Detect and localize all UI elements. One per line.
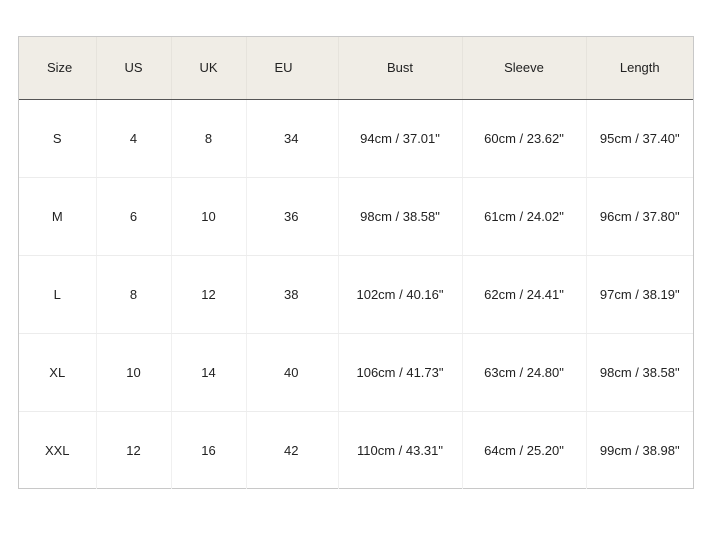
table-row: L 8 12 38 102cm / 40.16" 62cm / 24.41" 9… [19,255,693,334]
cell-length: 96cm / 37.80" [586,177,693,256]
column-header-eu: EU [246,37,339,100]
cell-eu: 42 [246,411,339,489]
table-row: XL 10 14 40 106cm / 41.73" 63cm / 24.80"… [19,333,693,412]
column-header-length: Length [586,37,693,100]
column-header-us: US [96,37,172,100]
table-row: S 4 8 34 94cm / 37.01" 60cm / 23.62" 95c… [19,99,693,178]
cell-bust: 110cm / 43.31" [338,411,463,489]
size-chart-table: Size US UK EU Bust Sleeve Length S 4 8 3… [19,37,693,489]
cell-size: L [19,255,97,334]
cell-us: 8 [96,255,172,334]
cell-uk: 10 [171,177,247,256]
cell-bust: 106cm / 41.73" [338,333,463,412]
cell-sleeve: 64cm / 25.20" [462,411,587,489]
cell-eu: 34 [246,99,339,178]
cell-sleeve: 60cm / 23.62" [462,99,587,178]
header-row: Size US UK EU Bust Sleeve Length [19,37,693,100]
cell-sleeve: 63cm / 24.80" [462,333,587,412]
table-body: S 4 8 34 94cm / 37.01" 60cm / 23.62" 95c… [19,99,693,489]
table-row: XXL 12 16 42 110cm / 43.31" 64cm / 25.20… [19,411,693,489]
cell-eu: 36 [246,177,339,256]
size-chart: Size US UK EU Bust Sleeve Length S 4 8 3… [18,36,694,489]
cell-size: M [19,177,97,256]
cell-bust: 98cm / 38.58" [338,177,463,256]
cell-eu: 40 [246,333,339,412]
column-header-uk: UK [171,37,247,100]
column-header-sleeve: Sleeve [462,37,587,100]
cell-sleeve: 62cm / 24.41" [462,255,587,334]
cell-us: 6 [96,177,172,256]
cell-uk: 8 [171,99,247,178]
column-header-bust: Bust [338,37,463,100]
cell-eu: 38 [246,255,339,334]
cell-us: 12 [96,411,172,489]
cell-size: XL [19,333,97,412]
cell-uk: 12 [171,255,247,334]
cell-length: 99cm / 38.98" [599,442,680,458]
cell-size: XXL [19,411,97,489]
cell-length: 98cm / 38.58" [586,333,693,412]
cell-sleeve: 61cm / 24.02" [462,177,587,256]
cell-bust: 94cm / 37.01" [338,99,463,178]
cell-uk: 14 [171,333,247,412]
table-header: Size US UK EU Bust Sleeve Length [19,37,693,100]
cell-bust: 102cm / 40.16" [338,255,463,334]
table-row: M 6 10 36 98cm / 38.58" 61cm / 24.02" 96… [19,177,693,256]
cell-us: 10 [96,333,172,412]
column-header-size: Size [19,37,97,100]
cell-us: 4 [96,99,172,178]
cell-length: 97cm / 38.19" [586,255,693,334]
cell-length: 95cm / 37.40" [586,99,693,178]
cell-size: S [19,99,97,178]
cell-uk: 16 [171,411,247,489]
